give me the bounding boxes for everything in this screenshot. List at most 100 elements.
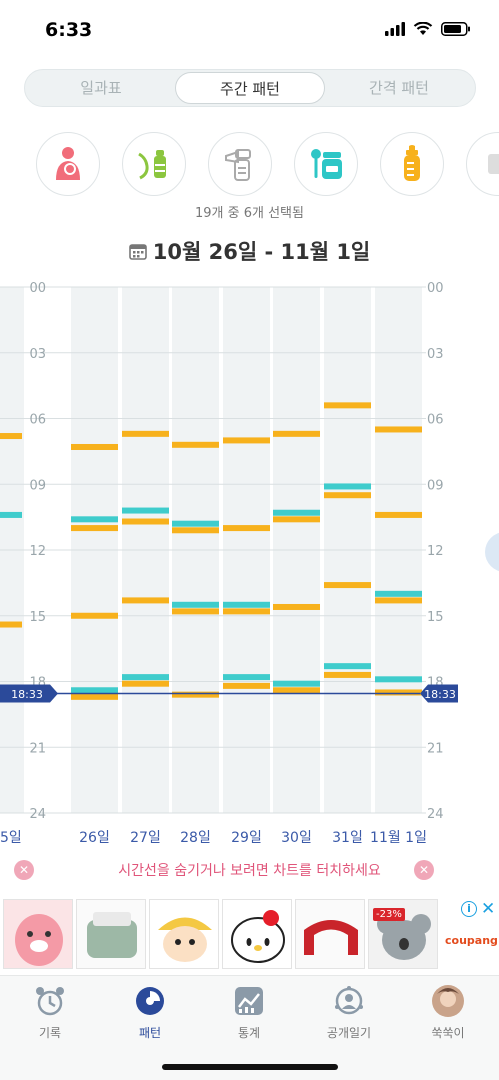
orange-event-bar[interactable] — [122, 680, 169, 687]
teal-event-bar[interactable] — [223, 601, 270, 608]
orange-event-bar[interactable] — [324, 492, 371, 499]
red-device-image — [304, 920, 358, 955]
profile-avatar-icon — [432, 985, 464, 1017]
ad-close-icon[interactable]: ✕ — [481, 899, 495, 919]
orange-event-bar[interactable] — [324, 671, 371, 678]
filter-formula[interactable] — [380, 132, 444, 196]
nav-pattern[interactable]: 패턴 — [110, 984, 190, 1041]
ad-product-4[interactable] — [222, 899, 292, 969]
day-label[interactable]: 30일 — [281, 830, 312, 846]
more-category-icon — [488, 154, 499, 174]
nav-statistics[interactable]: 통계 — [209, 984, 289, 1041]
day-label[interactable]: 26일 — [79, 830, 110, 846]
teal-event-bar[interactable] — [122, 674, 169, 681]
view-mode-tabs: 일과표 주간 패턴 간격 패턴 — [24, 69, 476, 107]
timeline-hint-row: ✕ 시간선을 숨기거나 보려면 차트를 터치하세요 ✕ — [0, 856, 499, 884]
orange-event-bar[interactable] — [273, 687, 320, 694]
day-label[interactable]: 28일 — [180, 830, 211, 846]
ad-product-5[interactable] — [295, 899, 365, 969]
ad-info-icon[interactable]: i — [461, 901, 477, 917]
hour-tick-label-right: 12 — [427, 544, 444, 559]
ad-product-3[interactable] — [149, 899, 219, 969]
orange-event-bar[interactable] — [71, 693, 118, 700]
nav-record-label: 기록 — [38, 1026, 62, 1040]
teal-event-bar[interactable] — [375, 676, 422, 683]
orange-event-bar[interactable] — [273, 603, 320, 610]
nav-profile[interactable]: 쑥쑥이 — [408, 984, 488, 1041]
orange-event-bar[interactable] — [324, 582, 371, 589]
hour-tick-label-left: 00 — [29, 281, 46, 296]
day-label[interactable]: 27일 — [130, 830, 161, 846]
calendar-icon — [128, 244, 147, 260]
orange-event-bar[interactable] — [273, 516, 320, 523]
filter-breast-pump[interactable] — [208, 132, 272, 196]
ad-discount-badge: -23% — [373, 908, 405, 921]
orange-event-bar[interactable] — [324, 402, 371, 409]
ad-banner[interactable]: -23% i ✕ coupang — [0, 897, 499, 975]
date-range-text: 10월 26일 - 11월 1일 — [152, 240, 371, 264]
weekly-pattern-chart-svg[interactable]: 00 0003 0306 0609 0912 1215 1518 1821 2124 2418:3… — [0, 276, 499, 856]
day-label[interactable]: 11월 1일 — [370, 830, 427, 846]
orange-event-bar[interactable] — [122, 518, 169, 525]
orange-event-bar[interactable] — [223, 525, 270, 532]
orange-event-bar[interactable] — [375, 426, 422, 433]
orange-event-bar[interactable] — [223, 437, 270, 444]
teal-event-bar[interactable] — [71, 516, 118, 523]
weekly-pattern-chart[interactable]: 00 00 03 03 06 06 09 09 12 12 15 15 18 18 21 21 24 24 18:3… — [0, 276, 499, 856]
orange-event-bar[interactable] — [71, 525, 118, 532]
orange-event-bar[interactable] — [172, 691, 219, 698]
tab-weekly-pattern[interactable]: 주간 패턴 — [175, 72, 325, 104]
orange-event-bar[interactable] — [172, 527, 219, 534]
orange-event-bar[interactable] — [71, 612, 118, 619]
orange-event-bar[interactable] — [172, 608, 219, 615]
hour-tick-label-left: 15 — [29, 610, 46, 625]
teal-event-bar[interactable] — [273, 509, 320, 516]
orange-event-bar[interactable] — [122, 430, 169, 437]
filter-breastfeeding[interactable] — [36, 132, 100, 196]
orange-event-bar[interactable] — [375, 511, 422, 518]
hour-tick-label-left: 12 — [29, 544, 46, 559]
teal-event-bar[interactable] — [172, 601, 219, 608]
teal-event-bar[interactable] — [122, 507, 169, 514]
ad-product-1[interactable] — [3, 899, 73, 969]
teal-event-bar[interactable] — [324, 663, 371, 670]
pink-plush-image — [15, 914, 63, 966]
filter-pumped-milk[interactable] — [122, 132, 186, 196]
baby-food-jar-icon — [311, 149, 342, 179]
teal-event-bar[interactable] — [375, 590, 422, 597]
scroll-handle[interactable] — [485, 532, 499, 572]
teal-event-bar[interactable] — [273, 680, 320, 687]
ad-product-2[interactable] — [76, 899, 146, 969]
ad-brand-logo: coupang — [445, 934, 498, 947]
orange-event-bar[interactable] — [172, 441, 219, 448]
teal-event-bar[interactable] — [324, 483, 371, 490]
teal-event-bar[interactable] — [71, 687, 118, 694]
teal-event-bar[interactable] — [223, 674, 270, 681]
cartoon-boy-image — [158, 917, 212, 962]
ad-product-6[interactable]: -23% — [368, 899, 438, 969]
pattern-chart-icon — [136, 987, 164, 1015]
filter-baby-food[interactable] — [294, 132, 358, 196]
filter-more[interactable] — [466, 132, 499, 196]
day-label[interactable]: 29일 — [231, 830, 262, 846]
orange-event-bar[interactable] — [71, 443, 118, 450]
orange-event-bar[interactable] — [375, 689, 422, 696]
tab-daily-schedule[interactable]: 일과표 — [27, 72, 175, 104]
formula-bottle-icon — [404, 145, 420, 181]
hour-tick-label-right: 24 — [427, 807, 444, 822]
hint-close-right-icon[interactable]: ✕ — [414, 860, 434, 880]
hour-tick-label-left: 24 — [29, 807, 46, 822]
tab-interval-pattern[interactable]: 간격 패턴 — [325, 72, 473, 104]
cellular-signal-icon — [385, 22, 405, 36]
day-label[interactable]: 31일 — [332, 830, 363, 846]
orange-event-bar[interactable] — [223, 682, 270, 689]
prev-day-label[interactable]: 5일 — [0, 830, 22, 846]
nav-record[interactable]: 기록 — [10, 984, 90, 1041]
nav-public-diary[interactable]: 공개일기 — [309, 984, 389, 1041]
orange-event-bar[interactable] — [122, 597, 169, 604]
orange-event-bar[interactable] — [223, 608, 270, 615]
hour-tick-label-left: 03 — [29, 347, 46, 362]
orange-event-bar[interactable] — [375, 597, 422, 604]
orange-event-bar[interactable] — [273, 430, 320, 437]
teal-event-bar[interactable] — [172, 520, 219, 527]
